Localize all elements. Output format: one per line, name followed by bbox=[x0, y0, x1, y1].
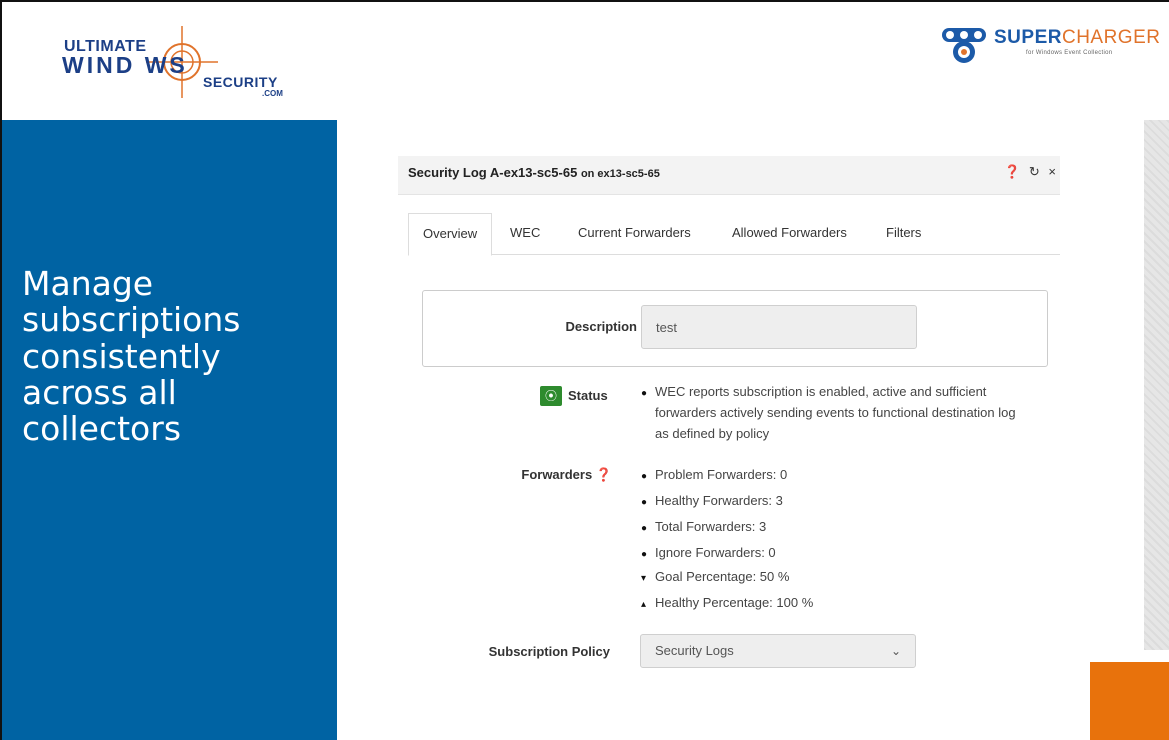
refresh-icon[interactable]: ↻ bbox=[1029, 164, 1040, 179]
forwarder-item: ● Total Forwarders: 3 bbox=[641, 519, 767, 534]
tab-current-forwarders[interactable]: Current Forwarders bbox=[564, 213, 705, 253]
dialog-toolbar: ❓ ↻ × bbox=[999, 164, 1056, 180]
subscription-dialog: Security Log A-ex13-sc5-65 on ex13-sc5-6… bbox=[398, 156, 1060, 696]
slide-headline: Manage subscriptions consistently across… bbox=[22, 264, 241, 449]
tab-filters[interactable]: Filters bbox=[872, 213, 935, 253]
forwarders-label: Forwarders ❓ bbox=[521, 467, 612, 482]
tab-wec[interactable]: WEC bbox=[496, 213, 554, 253]
orange-accent-box bbox=[1090, 662, 1169, 740]
close-icon[interactable]: × bbox=[1048, 164, 1056, 179]
subscription-policy-select[interactable]: Security Logs ⌄ bbox=[640, 634, 916, 668]
subscription-policy-label: Subscription Policy bbox=[488, 644, 610, 659]
status-label: Status bbox=[568, 388, 608, 403]
uws-security-text: SECURITY bbox=[203, 74, 278, 90]
uws-windows-text: WIND WS bbox=[62, 52, 188, 78]
forwarder-item: ▾ Goal Percentage: 50 % bbox=[641, 569, 790, 584]
left-panel: Manage subscriptions consistently across… bbox=[2, 120, 337, 740]
forwarder-item: ● Problem Forwarders: 0 bbox=[641, 467, 788, 482]
forwarder-item: ● Ignore Forwarders: 0 bbox=[641, 545, 776, 560]
help-icon[interactable]: ❓ bbox=[1004, 164, 1020, 179]
description-field[interactable]: test bbox=[641, 305, 917, 349]
description-panel: Description test bbox=[422, 290, 1048, 367]
status-bullet: ● bbox=[641, 388, 648, 399]
tab-bar: Overview WEC Current Forwarders Allowed … bbox=[408, 213, 1060, 256]
dialog-title: Security Log A-ex13-sc5-65 on ex13-sc5-6… bbox=[408, 165, 660, 180]
forwarder-item: ▴ Healthy Percentage: 100 % bbox=[641, 595, 814, 610]
tab-overview[interactable]: Overview bbox=[408, 213, 493, 256]
supercharger-subtitle: for Windows Event Collection bbox=[1026, 50, 1113, 56]
rss-status-icon: ⦿ bbox=[540, 386, 562, 406]
forwarder-item: ● Healthy Forwarders: 3 bbox=[641, 493, 783, 508]
supercharger-gears-icon bbox=[942, 28, 986, 63]
dialog-header: Security Log A-ex13-sc5-65 on ex13-sc5-6… bbox=[398, 156, 1060, 195]
chevron-down-icon: ⌄ bbox=[890, 644, 901, 658]
status-text-line-1: WEC reports subscription is enabled, act… bbox=[655, 384, 987, 399]
subscription-policy-value: Security Logs bbox=[655, 643, 734, 658]
description-label: Description bbox=[565, 319, 637, 334]
status-text-line-2: forwarders actively sending events to fu… bbox=[655, 405, 1016, 420]
supercharger-title: SUPERCHARGER bbox=[994, 27, 1161, 48]
uws-logo: ULTIMATE WIND WS SECURITY .COM bbox=[56, 20, 296, 106]
status-text-line-3: as defined by policy bbox=[655, 426, 770, 441]
forwarders-help-icon[interactable]: ❓ bbox=[596, 467, 612, 482]
right-pattern-strip bbox=[1144, 120, 1169, 650]
supercharger-logo: SUPERCHARGER for Windows Event Collectio… bbox=[940, 22, 1169, 70]
tab-allowed-forwarders[interactable]: Allowed Forwarders bbox=[718, 213, 861, 253]
uws-com-text: .COM bbox=[262, 89, 283, 98]
